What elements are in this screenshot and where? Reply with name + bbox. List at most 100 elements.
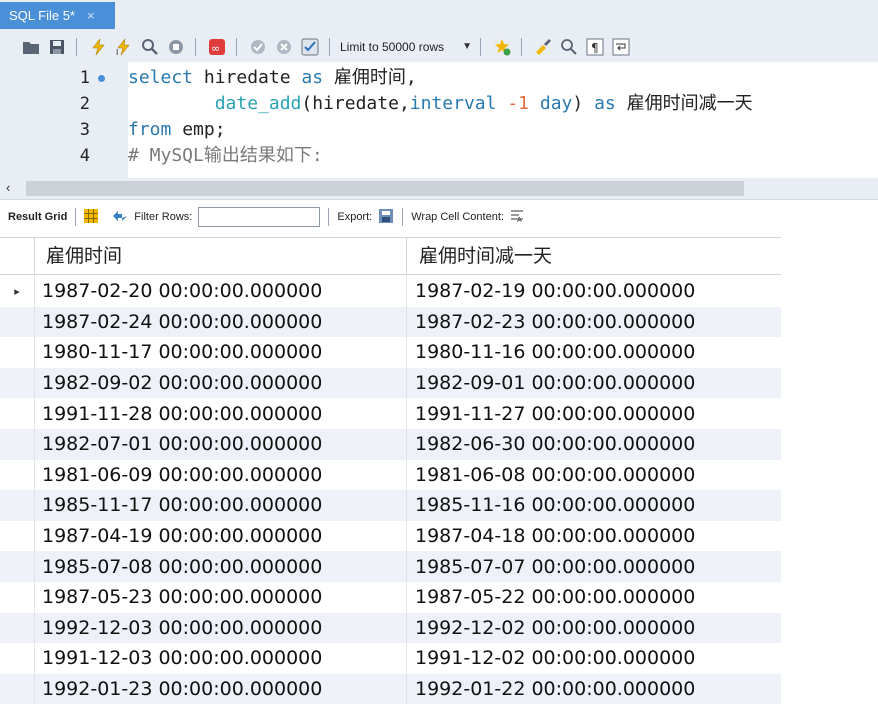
filter-rows-input[interactable] [198, 207, 321, 227]
table-row[interactable]: 1991-12-03 00:00:00.000000 1991-12-02 00:… [0, 643, 781, 674]
code-token: emp; [171, 119, 226, 140]
scrollbar-thumb[interactable] [26, 181, 744, 196]
table-cell[interactable]: 1981-06-08 00:00:00.000000 [407, 460, 781, 491]
line-number: 3 [79, 120, 90, 140]
row-indicator[interactable] [0, 459, 35, 491]
line-gutter: 1 2 3 4 [0, 62, 128, 178]
row-indicator[interactable] [0, 367, 35, 399]
table-row[interactable]: 1985-11-17 00:00:00.000000 1985-11-16 00:… [0, 490, 781, 521]
table-cell[interactable]: 1980-11-17 00:00:00.000000 [34, 337, 407, 368]
find-icon[interactable] [558, 36, 580, 58]
row-indicator[interactable] [0, 490, 35, 521]
table-cell[interactable]: 1987-04-19 00:00:00.000000 [34, 520, 407, 552]
row-indicator[interactable] [0, 337, 35, 368]
table-cell[interactable]: 1985-11-16 00:00:00.000000 [407, 490, 781, 521]
column-header[interactable]: 雇佣时间 [34, 238, 407, 274]
sql-editor[interactable]: 1 2 3 4 select hiredate as 雇佣时间, date_ad… [0, 62, 878, 178]
execute-icon[interactable] [87, 36, 109, 58]
table-row[interactable]: 1981-06-09 00:00:00.000000 1981-06-08 00:… [0, 459, 781, 491]
table-cell[interactable]: 1987-05-22 00:00:00.000000 [407, 582, 781, 613]
table-cell[interactable]: 1985-11-17 00:00:00.000000 [34, 490, 407, 521]
svg-text:I: I [116, 48, 118, 56]
table-row[interactable]: 1982-07-01 00:00:00.000000 1982-06-30 00:… [0, 428, 781, 460]
table-row[interactable]: 1985-07-08 00:00:00.000000 1985-07-07 00:… [0, 551, 781, 582]
row-indicator[interactable]: ▸ [0, 276, 35, 307]
explain-icon[interactable] [139, 36, 161, 58]
wrap-icon[interactable] [610, 36, 632, 58]
column-header[interactable]: 雇佣时间减一天 [407, 238, 781, 274]
table-cell[interactable]: 1992-01-22 00:00:00.000000 [407, 674, 781, 705]
table-cell[interactable]: 1991-12-02 00:00:00.000000 [407, 643, 781, 674]
table-cell[interactable]: 1987-05-23 00:00:00.000000 [34, 581, 407, 613]
table-cell[interactable]: 1987-02-23 00:00:00.000000 [407, 307, 781, 338]
table-cell[interactable]: 1982-07-01 00:00:00.000000 [34, 428, 407, 460]
row-indicator[interactable] [0, 581, 35, 613]
grid-rows: ▸ 1987-02-20 00:00:00.000000 1987-02-19 00… [0, 276, 781, 705]
table-row[interactable]: ▸ 1987-02-20 00:00:00.000000 1987-02-19 00… [0, 276, 781, 307]
table-cell[interactable]: 1985-07-07 00:00:00.000000 [407, 551, 781, 582]
table-cell[interactable]: 1991-11-28 00:00:00.000000 [34, 398, 407, 429]
table-cell[interactable]: 1991-12-03 00:00:00.000000 [34, 643, 407, 674]
line-number: 1 [79, 68, 90, 88]
table-cell[interactable]: 1982-09-02 00:00:00.000000 [34, 367, 407, 399]
toolbar-separator [402, 208, 404, 226]
table-row[interactable]: 1987-02-24 00:00:00.000000 1987-02-23 00:… [0, 306, 781, 338]
table-row[interactable]: 1987-04-19 00:00:00.000000 1987-04-18 00:… [0, 520, 781, 552]
grid-view-icon[interactable] [84, 208, 99, 226]
commit-icon[interactable] [247, 36, 269, 58]
invisible-chars-icon[interactable]: ¶ [584, 36, 606, 58]
row-indicator[interactable] [0, 398, 35, 429]
rollback-icon[interactable] [273, 36, 295, 58]
refresh-arrows-icon[interactable] [112, 209, 128, 226]
table-cell[interactable]: 1987-04-18 00:00:00.000000 [407, 521, 781, 552]
chevron-left-icon[interactable]: ‹ [6, 180, 10, 195]
table-cell[interactable]: 1991-11-27 00:00:00.000000 [407, 398, 781, 429]
export-icon[interactable] [378, 208, 394, 227]
table-row[interactable]: 1987-05-23 00:00:00.000000 1987-05-22 00:… [0, 581, 781, 613]
table-cell[interactable]: 1981-06-09 00:00:00.000000 [34, 459, 407, 491]
close-icon[interactable]: × [87, 8, 95, 23]
autocommit-icon[interactable] [299, 36, 321, 58]
table-cell[interactable]: 1987-02-20 00:00:00.000000 [34, 276, 407, 307]
editor-horizontal-scrollbar[interactable]: ‹ [0, 178, 878, 199]
editor-toolbar: I ∞ Limit to 50000 rows ▼ ¶ [0, 31, 878, 62]
execute-selection-icon[interactable]: I [113, 36, 135, 58]
result-grid-tab[interactable]: Result Grid [8, 211, 67, 223]
code-token: 雇佣时间减一天 [615, 93, 753, 114]
table-row[interactable]: 1982-09-02 00:00:00.000000 1982-09-01 00:… [0, 367, 781, 399]
table-cell[interactable]: 1982-09-01 00:00:00.000000 [407, 368, 781, 399]
save-icon[interactable] [46, 36, 68, 58]
folder-open-icon[interactable] [20, 36, 42, 58]
row-indicator[interactable] [0, 612, 35, 644]
table-row[interactable]: 1991-11-28 00:00:00.000000 1991-11-27 00:… [0, 398, 781, 429]
row-indicator[interactable] [0, 428, 35, 460]
table-cell[interactable]: 1980-11-16 00:00:00.000000 [407, 337, 781, 368]
table-row[interactable]: 1992-12-03 00:00:00.000000 1992-12-02 00:… [0, 612, 781, 644]
wrap-cell-icon[interactable]: A [510, 209, 524, 226]
row-indicator[interactable] [0, 306, 35, 338]
toggle-continue-icon[interactable]: ∞ [206, 36, 228, 58]
table-cell[interactable]: 1987-02-24 00:00:00.000000 [34, 306, 407, 338]
code-token: select [128, 67, 194, 88]
stop-icon[interactable] [165, 36, 187, 58]
table-row[interactable]: 1980-11-17 00:00:00.000000 1980-11-16 00:… [0, 337, 781, 368]
table-row[interactable]: 1992-01-23 00:00:00.000000 1992-01-22 00:… [0, 673, 781, 705]
table-cell[interactable]: 1987-02-19 00:00:00.000000 [407, 276, 781, 307]
row-indicator[interactable] [0, 520, 35, 552]
table-cell[interactable]: 1982-06-30 00:00:00.000000 [407, 429, 781, 460]
code-line: from emp; [128, 117, 226, 143]
limit-rows-label: Limit to 50000 rows [340, 39, 445, 54]
row-indicator[interactable] [0, 551, 35, 582]
tab-sql-file[interactable]: SQL File 5* × [0, 2, 115, 29]
table-cell[interactable]: 1992-01-23 00:00:00.000000 [34, 673, 407, 705]
code-area[interactable]: select hiredate as 雇佣时间, date_add(hireda… [128, 62, 878, 178]
row-indicator[interactable] [0, 673, 35, 705]
toolbar-separator [76, 37, 77, 56]
table-cell[interactable]: 1992-12-03 00:00:00.000000 [34, 612, 407, 644]
row-indicator[interactable] [0, 643, 35, 674]
brush-icon[interactable] [532, 36, 554, 58]
beautify-icon[interactable] [491, 36, 513, 58]
table-cell[interactable]: 1992-12-02 00:00:00.000000 [407, 613, 781, 644]
table-cell[interactable]: 1985-07-08 00:00:00.000000 [34, 551, 407, 582]
limit-rows-select[interactable]: Limit to 50000 rows ▼ [340, 40, 472, 54]
